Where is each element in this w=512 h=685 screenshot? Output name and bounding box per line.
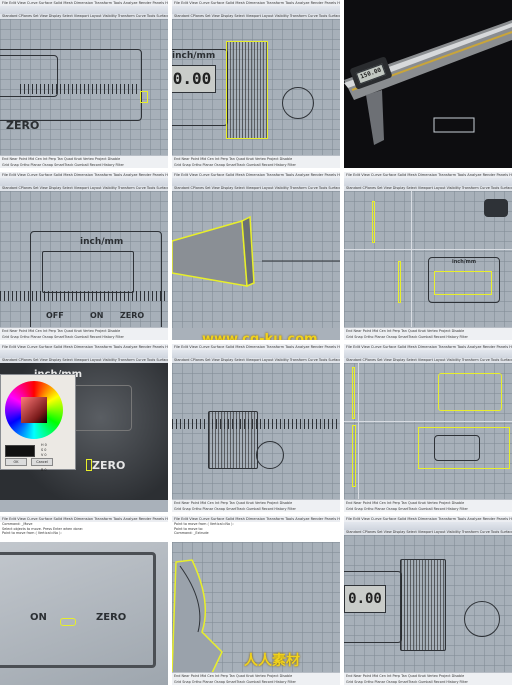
status-toggles[interactable]: Grid Snap Ortho Planar Osnap SmartTrack … [174,506,340,512]
status-bar: End Near Point Mid Cen Int Perp Tan Quad… [0,155,168,168]
right-view-edge [398,261,401,303]
color-wheel[interactable] [5,381,63,439]
viewport-top[interactable] [172,363,340,500]
command-line: Point to move from ( Vertical=No ): [2,531,62,535]
screenshot-collage: File Edit View Curve Surface Solid Mesh … [0,0,512,685]
status-bar: End Near Point Mid Cen Int Perp Tan Quad… [344,672,512,685]
selection-highlight [86,459,92,471]
units-label: inch/mm [172,51,216,61]
tile-reference-photo: 150.00 [344,0,512,168]
viewport-top[interactable]: 人人素材 [172,542,340,674]
viewport-top[interactable]: ZERO [0,19,168,156]
status-bar: End Near Point Mid Cen Int Perp Tan Quad… [172,155,340,168]
thumb-wheel-outline [256,441,284,469]
status-bar: End Near Point Mid Cen Int Perp Tan Quad… [0,327,168,340]
units-label: inch/mm [452,259,477,265]
viewport-top[interactable]: inch/mm OFF ON ZERO [0,191,168,333]
cancel-button[interactable]: Cancel [31,458,53,466]
status-toggles[interactable]: Grid Snap Ortho Planar Osnap SmartTrack … [2,334,168,340]
scale-ticks [0,291,168,301]
tile-caliper-lcd-detail: File Edit View Curve Surface Solid Mesh … [172,0,340,168]
tile-caliper-buttons: File Edit View Curve Surface Solid Mesh … [0,172,168,340]
selection-highlight [140,91,148,103]
caliper-photo [344,20,512,145]
status-toggles[interactable]: Grid Snap Ortho Planar Osnap SmartTrack … [346,679,512,685]
tile-caliper-top-view: File Edit View Curve Surface Solid Mesh … [0,0,168,168]
status-bar: End Near Point Mid Cen Int Perp Tan Quad… [172,672,340,685]
on-label: ON [30,612,47,623]
status-toggles[interactable]: Grid Snap Ortho Planar Osnap SmartTrack … [346,334,512,340]
status-bar: End Near Point Mid Cen Int Perp Tan Quad… [172,499,340,512]
viewport-divider-horizontal[interactable] [344,421,512,422]
watermark-url: www.cg-ku.com [202,332,318,340]
viewport-quad[interactable]: inch/mm [344,191,512,328]
on-label: ON [90,311,104,320]
knurl-selection [226,41,268,139]
tile-knurl-wheel: File Edit View Curve Surface Solid Mesh … [172,344,340,512]
tile-color-picker: File Edit View Curve Surface Solid Mesh … [0,344,168,512]
tile-rendered-buttons: File Edit View Curve Surface Solid Mesh … [0,516,168,685]
tile-jaw-perspective: File Edit View Curve Surface Solid Mesh … [172,172,340,340]
lcd-readout: 0.00 [172,65,216,93]
color-picker-dialog[interactable]: H 0 S 0 V 0 R 0 G 0 B 0 OK Cancel [0,374,76,473]
zero-label: ZERO [6,119,40,132]
extruded-jaw [172,215,340,288]
lcd-readout: 0.00 [344,585,386,613]
status-toggles[interactable]: Grid Snap Ortho Planar Osnap SmartTrack … [346,506,512,512]
selection-highlight [434,271,492,295]
viewport-top[interactable]: inch/mm 0.00 [172,19,340,156]
body-outline [0,552,156,668]
photo-view: 150.00 [344,0,512,168]
thumb-wheel-outline [464,601,500,637]
command-history: Point to move from ( Vertical=No ): Poin… [172,522,340,542]
viewport-perspective[interactable]: ON ZERO [0,542,168,685]
viewport-top[interactable]: 0.00 [344,535,512,673]
button-selection [60,618,76,626]
status-toggles[interactable]: Grid Snap Ortho Planar Osnap SmartTrack … [2,162,168,168]
units-label: inch/mm [80,237,124,247]
scale-ticks [172,419,340,429]
zero-label: ZERO [96,612,127,623]
lcd-outline [42,251,134,293]
command-history: Command: _Move Select objects to move. P… [0,522,168,542]
tile-jaw-profile: File Edit View Curve Surface Solid Mesh … [172,516,340,685]
viewport-divider-vertical[interactable] [358,363,359,500]
lcd-housing-selection [438,373,502,411]
front-view-edge [372,201,375,243]
scale-ticks [20,84,140,94]
color-swatch [5,445,35,457]
knurl-pattern [400,559,446,651]
tile-body-perspective: File Edit View Curve Surface Solid Mesh … [344,344,512,512]
viewport-divider-vertical[interactable] [411,191,412,328]
thumb-wheel-outline [282,87,314,119]
viewport-quad[interactable] [344,363,512,500]
saturation-square[interactable] [21,397,47,423]
jaw-shape [484,199,508,217]
off-label: OFF [46,311,64,320]
right-view-edge [352,425,356,487]
lcd-outline [434,435,480,461]
front-view-edge [352,367,355,419]
viewport-divider-horizontal[interactable] [344,249,512,250]
tile-four-viewports: File Edit View Curve Surface Solid Mesh … [344,172,512,340]
status-bar: End Near Point Mid Cen Int Perp Tan Quad… [344,327,512,340]
ok-button[interactable]: OK [5,458,27,466]
command-line: Command: _Extrude [174,531,209,535]
status-toggles[interactable]: Grid Snap Ortho Planar Osnap SmartTrack … [174,162,340,168]
zero-label: ZERO [92,459,126,472]
tile-lcd-knurl: File Edit View Curve Surface Solid Mesh … [344,516,512,685]
status-toggles[interactable]: Grid Snap Ortho Planar Osnap SmartTrack … [174,679,340,685]
viewport-perspective[interactable] [172,191,340,328]
watermark-text: 人人素材 [244,653,300,669]
value-b[interactable]: B 0 [41,468,47,473]
status-bar: End Near Point Mid Cen Int Perp Tan Quad… [344,499,512,512]
zero-label: ZERO [120,311,145,320]
